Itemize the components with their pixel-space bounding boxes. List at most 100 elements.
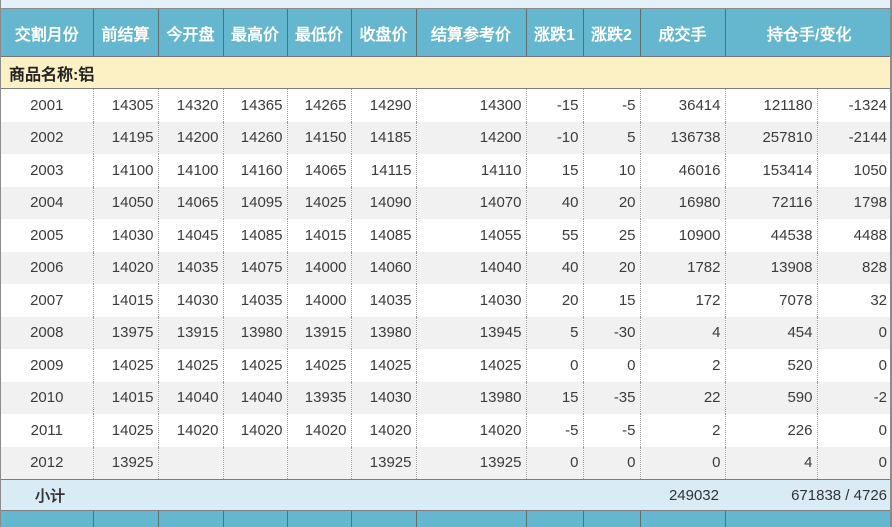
col-header-delivery-month: 交割月份 [1,9,94,57]
oi-change-cell: 828 [817,251,890,284]
change1-cell: 40 [526,186,584,219]
change1-cell: 40 [526,251,584,284]
volume-cell: 136738 [640,121,726,154]
oi-change-cell: 4488 [817,219,890,252]
low-cell: 14265 [287,88,352,122]
month-cell: 2012 [1,446,94,480]
high-cell: 14075 [223,251,288,284]
open-interest-cell: 454 [725,316,818,349]
open-interest-cell: 520 [725,349,818,382]
oi-change-cell: 32 [817,284,890,317]
prev-settle-cell: 13925 [93,446,159,480]
open-cell: 14200 [158,121,224,154]
open-interest-cell: 153414 [725,154,818,187]
change2-cell: 15 [583,284,641,317]
header-row: 交割月份 前结算 今开盘 最高价 最低价 收盘价 结算参考价 涨跌1 涨跌2 成… [1,9,890,57]
table-row: 2011 14025 14020 14020 14020 14020 14020 -5 -5 2 2… [1,414,890,447]
table-row: 2006 14020 14035 14075 14000 14060 14040 40 20 17… [1,251,890,284]
close-cell: 13925 [351,446,417,480]
table-row: 2012 13925 13925 13925 0 0 0 4 0 [1,446,890,480]
open-cell: 13915 [158,316,224,349]
close-cell: 14020 [351,414,417,447]
oi-change-cell: 0 [817,414,890,447]
open-interest-cell: 4 [725,446,818,480]
open-interest-cell: 7078 [725,284,818,317]
change2-cell: -5 [583,88,641,122]
oi-change-cell: 1050 [817,154,890,187]
volume-cell: 172 [640,284,726,317]
low-cell: 14025 [287,186,352,219]
settle-ref-cell: 14200 [416,121,527,154]
prev-settle-cell: 14015 [93,381,159,414]
settle-ref-cell: 14300 [416,88,527,122]
subtotal-label: 小计 [1,479,640,511]
settle-ref-cell: 14020 [416,414,527,447]
month-cell: 2010 [1,381,94,414]
open-cell: 14100 [158,154,224,187]
table-row: 2010 14015 14040 14040 13935 14030 13980 15 -35 2… [1,381,890,414]
prev-settle-cell: 14050 [93,186,159,219]
table-body: 2001 14305 14320 14365 14265 14290 14300 -15 -5 3… [1,88,890,480]
volume-cell: 0 [640,446,726,480]
open-cell: 14040 [158,381,224,414]
low-cell: 13915 [287,316,352,349]
volume-cell: 4 [640,316,726,349]
change2-cell: 20 [583,251,641,284]
open-interest-cell: 257810 [725,121,818,154]
high-cell: 14040 [223,381,288,414]
low-cell: 14000 [287,284,352,317]
month-cell: 2006 [1,251,94,284]
open-cell: 14045 [158,219,224,252]
next-section-header-strip [1,510,890,527]
table-row: 2004 14050 14065 14095 14025 14090 14070 40 20 16… [1,186,890,219]
settle-ref-cell: 13945 [416,316,527,349]
month-cell: 2005 [1,219,94,252]
col-header-prev-settle: 前结算 [93,9,159,57]
settle-ref-cell: 14025 [416,349,527,382]
volume-cell: 22 [640,381,726,414]
change2-cell: 0 [583,349,641,382]
col-header-close: 收盘价 [351,9,417,57]
product-name-row: 商品名称:铝 [1,56,890,89]
low-cell [287,446,352,480]
settle-ref-cell: 13980 [416,381,527,414]
volume-cell: 2 [640,414,726,447]
low-cell: 14025 [287,349,352,382]
settle-ref-cell: 14055 [416,219,527,252]
change1-cell: -10 [526,121,584,154]
month-cell: 2001 [1,88,94,122]
change1-cell: 20 [526,284,584,317]
change1-cell: -15 [526,88,584,122]
change2-cell: 20 [583,186,641,219]
close-cell: 14030 [351,381,417,414]
settle-ref-cell: 13925 [416,446,527,480]
subtotal-open-interest: 671838 / 4726 [725,479,890,511]
close-cell: 14035 [351,284,417,317]
table-row: 2007 14015 14030 14035 14000 14035 14030 20 15 17… [1,284,890,317]
high-cell: 14035 [223,284,288,317]
change2-cell: -5 [583,414,641,447]
settle-ref-cell: 14030 [416,284,527,317]
prev-settle-cell: 14100 [93,154,159,187]
month-cell: 2007 [1,284,94,317]
high-cell: 14020 [223,414,288,447]
low-cell: 14065 [287,154,352,187]
product-name-label: 商品名称:铝 [1,56,890,89]
open-interest-cell: 121180 [725,88,818,122]
futures-quotes-table: 交割月份 前结算 今开盘 最高价 最低价 收盘价 结算参考价 涨跌1 涨跌2 成… [1,9,890,527]
open-cell: 14020 [158,414,224,447]
close-cell: 14185 [351,121,417,154]
volume-cell: 2 [640,349,726,382]
settle-ref-cell: 14110 [416,154,527,187]
low-cell: 14020 [287,414,352,447]
prev-settle-cell: 14305 [93,88,159,122]
open-interest-cell: 72116 [725,186,818,219]
close-cell: 14025 [351,349,417,382]
table-row: 2001 14305 14320 14365 14265 14290 14300 -15 -5 3… [1,88,890,122]
col-header-open-interest-change: 持仓手/变化 [725,9,890,57]
open-cell [158,446,224,480]
open-cell: 14065 [158,186,224,219]
open-cell: 14030 [158,284,224,317]
subtotal-volume: 249032 [640,479,725,511]
high-cell: 14025 [223,349,288,382]
